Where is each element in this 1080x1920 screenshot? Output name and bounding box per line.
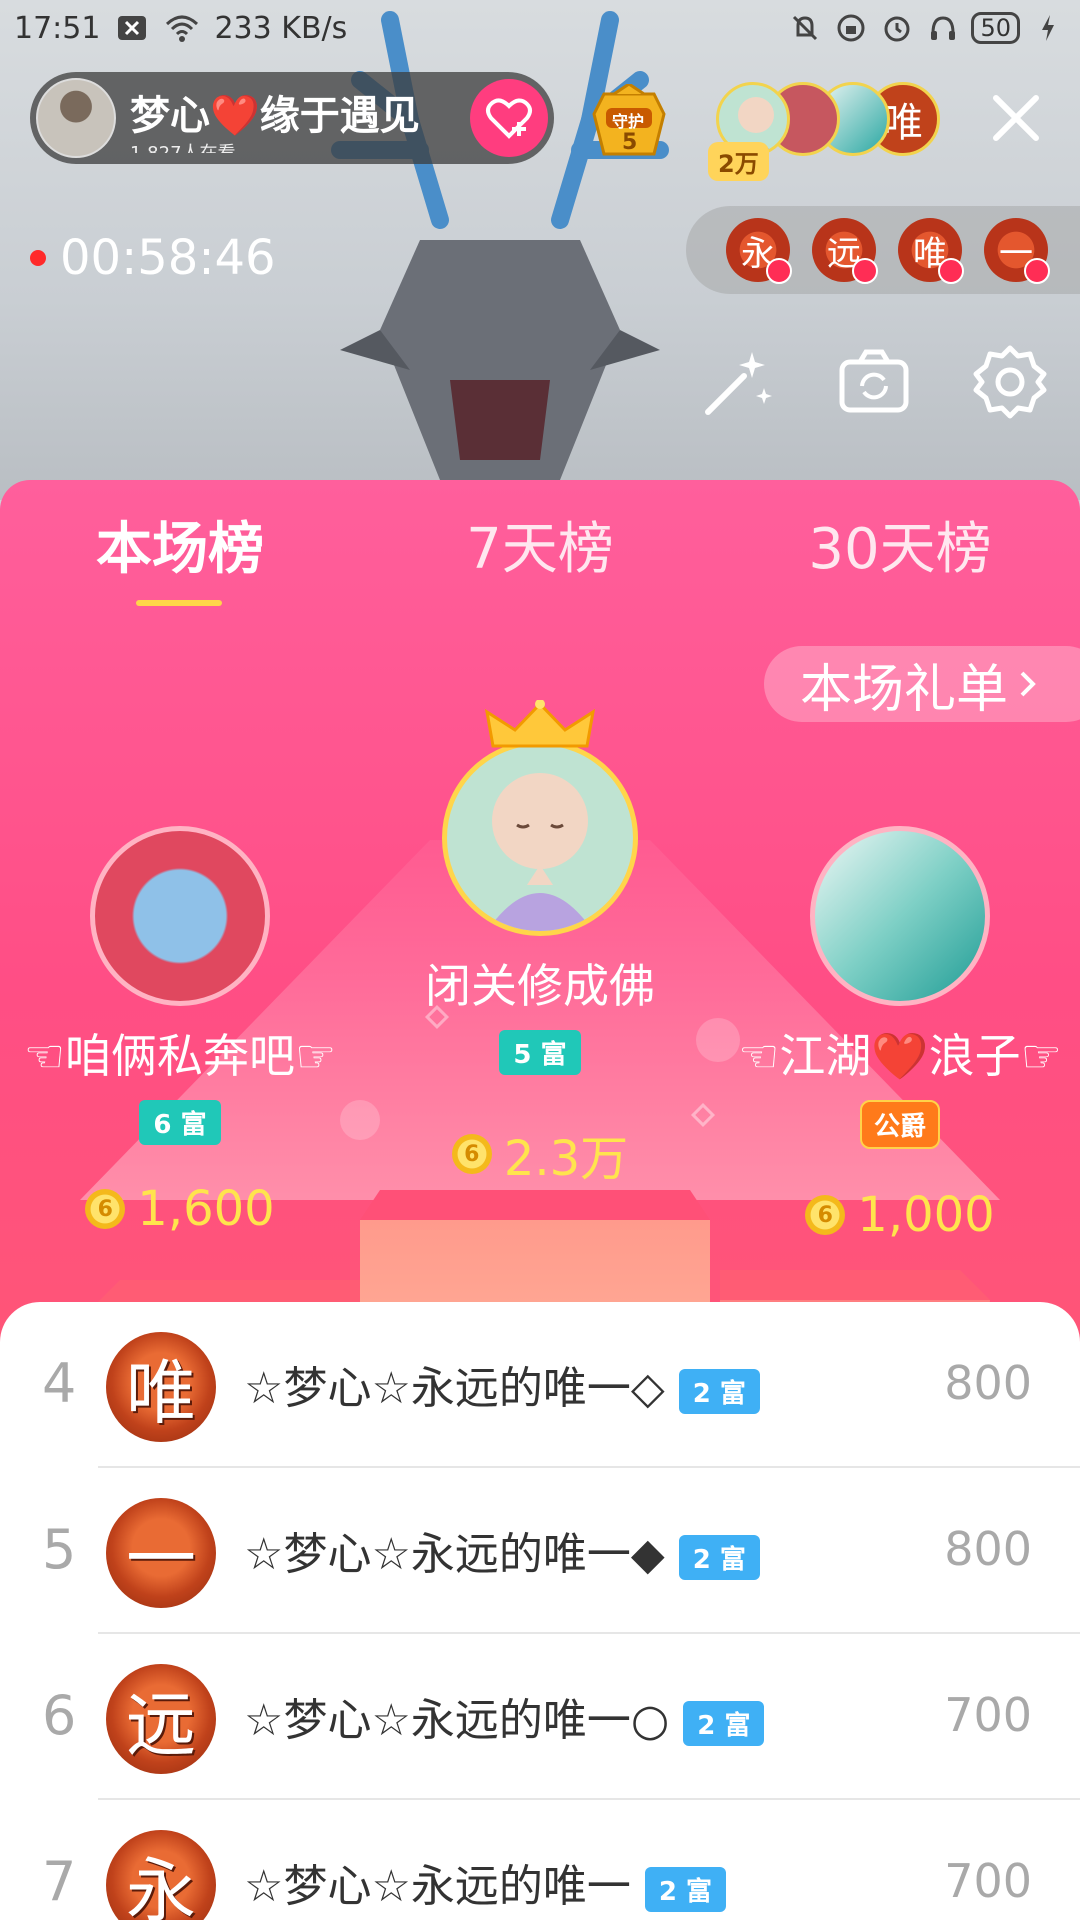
user-avatar[interactable]: 唯 [106, 1332, 216, 1442]
live-duration-text: 00:58:46 [60, 230, 276, 286]
first-place-name: 闭关修成佛 [425, 959, 655, 1013]
live-duration: 00:58:46 [30, 230, 276, 286]
mic-seat-avatar[interactable]: 一 [984, 218, 1050, 284]
flip-camera-button[interactable] [836, 344, 912, 420]
online-viewers-strip[interactable]: 唯 2万 [708, 82, 946, 181]
user-name-line: ☆梦心☆永远的唯一◆ 2 富 [244, 1518, 760, 1582]
seat-icon [766, 258, 792, 284]
ranking-row[interactable]: 4 唯 ☆梦心☆永远的唯一◇ 2 富 800 [0, 1302, 1080, 1468]
tab-7-days[interactable]: 7天榜 [390, 504, 690, 585]
third-place-name: ☜江湖❤️浪子☞ [738, 1029, 1062, 1083]
magic-wand-icon [705, 352, 772, 415]
first-place-amount-value: 2.3万 [503, 1131, 629, 1187]
gear-icon [973, 345, 1047, 419]
contribution-value: 700 [944, 1688, 1032, 1742]
second-place-user[interactable]: ☜咱俩私奔吧☞ 6 富 6 1,600 [0, 826, 360, 1237]
user-name-line: ☆梦心☆永远的唯一 2 富 [244, 1850, 727, 1914]
host-name: 梦心❤️缘于遇见 [130, 93, 420, 139]
alarm-icon [879, 10, 915, 46]
wifi-icon [164, 10, 200, 46]
close-icon [993, 95, 1039, 141]
guard-count: 5 [622, 130, 638, 155]
follow-button[interactable] [470, 79, 548, 157]
host-info-pill[interactable]: 梦心❤️缘于遇见 1,827人在看 [30, 72, 554, 164]
mic-seat-avatar[interactable]: 唯 [898, 218, 964, 284]
first-place-user[interactable]: 闭关修成佛 5 富 6 2.3万 [340, 700, 740, 1189]
second-place-amount: 6 1,600 [0, 1181, 360, 1237]
third-place-noble-badge: 公爵 [859, 1100, 940, 1149]
rich-level-badge: 2 富 [644, 1866, 727, 1912]
mute-bell-icon [787, 10, 823, 46]
seat-icon [938, 258, 964, 284]
user-avatar[interactable]: 远 [106, 1664, 216, 1774]
camera-switch-icon [839, 349, 909, 413]
coin-icon: 6 [805, 1195, 846, 1235]
ranking-list: 4 唯 ☆梦心☆永远的唯一◇ 2 富 800 5 一 ☆梦心☆永远的唯一◆ 2 富 … [0, 1302, 1080, 1920]
guard-badge[interactable]: 守护 5 [584, 82, 674, 164]
user-name: ☆梦心☆永远的唯一○ [244, 1695, 670, 1746]
mic-seat-avatar[interactable]: 永 [726, 218, 792, 284]
user-name: ☆梦心☆永远的唯一◆ [244, 1529, 665, 1580]
status-time: 17:51 [14, 10, 101, 46]
active-tab-indicator [136, 600, 222, 606]
seat-icon [852, 258, 878, 284]
rank-number: 7 [42, 1850, 77, 1913]
battery-indicator: 50 [971, 12, 1020, 44]
coin-icon: 6 [451, 1134, 492, 1174]
settings-button[interactable] [972, 344, 1048, 420]
user-avatar[interactable]: 一 [106, 1498, 216, 1608]
third-place-amount: 6 1,000 [720, 1187, 1080, 1243]
second-place-name: ☜咱俩私奔吧☞ [23, 1029, 337, 1083]
rich-level-badge: 2 富 [678, 1534, 760, 1580]
notification-x-icon [114, 10, 150, 46]
heart-plus-icon [486, 98, 532, 139]
third-place-amount-value: 1,000 [857, 1187, 995, 1243]
ranking-row[interactable]: 6 远 ☆梦心☆永远的唯一○ 2 富 700 [0, 1634, 1080, 1800]
user-name-line: ☆梦心☆永远的唯一○ 2 富 [244, 1684, 765, 1748]
rank-number: 6 [42, 1684, 77, 1747]
recording-dot-icon [30, 250, 46, 266]
ranking-tabs: 本场榜 7天榜 30天榜 [0, 504, 1080, 614]
user-avatar[interactable]: 永 [106, 1830, 216, 1920]
third-place-avatar[interactable] [810, 826, 990, 1006]
headphones-icon [925, 10, 961, 46]
ranking-row[interactable]: 7 永 ☆梦心☆永远的唯一 2 富 700 [0, 1800, 1080, 1920]
second-place-rich-badge: 6 富 [139, 1100, 221, 1145]
status-bar: 17:51 233 KB/s 50 [0, 0, 1080, 56]
host-avatar[interactable] [36, 78, 116, 158]
beauty-wand-button[interactable] [700, 344, 776, 420]
ranking-row[interactable]: 5 一 ☆梦心☆永远的唯一◆ 2 富 800 [0, 1468, 1080, 1634]
second-place-avatar[interactable] [90, 826, 270, 1006]
coin-icon: 6 [85, 1189, 126, 1229]
guard-label: 守护 [612, 112, 645, 131]
lock-rotation-icon [833, 10, 869, 46]
mic-seat-avatar[interactable]: 远 [812, 218, 878, 284]
user-name: ☆梦心☆永远的唯一 [244, 1861, 631, 1912]
viewer-count-badge: 2万 [708, 142, 769, 181]
rank-number: 4 [42, 1352, 77, 1415]
host-viewer-count: 1,827人在看 [130, 139, 470, 153]
first-place-amount: 6 2.3万 [340, 1119, 740, 1189]
user-name-line: ☆梦心☆永远的唯一◇ 2 富 [244, 1352, 760, 1416]
contribution-value: 700 [944, 1854, 1032, 1908]
rich-level-badge: 2 富 [683, 1700, 765, 1746]
user-name: ☆梦心☆永远的唯一◇ [244, 1363, 665, 1414]
network-speed: 233 KB/s [214, 10, 348, 46]
charging-icon [1030, 10, 1066, 46]
contribution-value: 800 [944, 1356, 1032, 1410]
rank-number: 5 [42, 1518, 77, 1581]
first-place-avatar[interactable] [442, 740, 638, 936]
tab-current-session[interactable]: 本场榜 [30, 504, 330, 585]
crown-icon [485, 700, 595, 748]
tab-30-days[interactable]: 30天榜 [750, 504, 1050, 585]
second-place-amount-value: 1,600 [137, 1181, 275, 1237]
first-place-rich-badge: 5 富 [499, 1030, 581, 1075]
mic-seat-row: 永 远 唯 一 [686, 206, 1080, 294]
seat-icon [1024, 258, 1050, 284]
third-place-user[interactable]: ☜江湖❤️浪子☞ 公爵 6 1,000 [720, 826, 1080, 1243]
close-button[interactable] [986, 88, 1046, 148]
contribution-value: 800 [944, 1522, 1032, 1576]
rich-level-badge: 2 富 [678, 1368, 760, 1414]
chevron-right-icon [1020, 671, 1036, 697]
